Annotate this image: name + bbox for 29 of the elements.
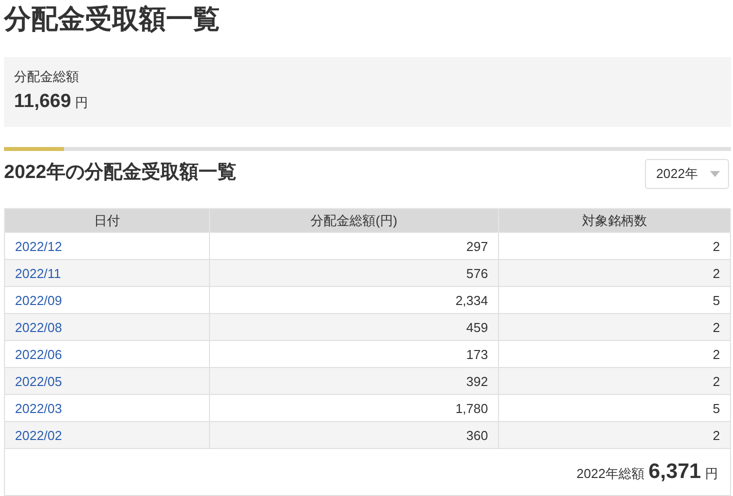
table-cell: 459 — [210, 314, 498, 340]
summary-label: 分配金総額 — [14, 68, 79, 86]
date-link[interactable]: 2022/05 — [15, 374, 62, 388]
date-link[interactable]: 2022/08 — [15, 320, 62, 334]
year-select[interactable]: 2022年 — [645, 159, 729, 189]
date-link[interactable]: 2022/12 — [15, 238, 62, 254]
date-link[interactable]: 2022/11 — [15, 266, 62, 280]
page-title: 分配金受取額一覧 — [4, 3, 220, 36]
date-link[interactable]: 2022/06 — [15, 346, 62, 362]
table-cell: 392 — [210, 368, 498, 394]
table-cell: 576 — [210, 260, 498, 286]
summary-amount: 11,669 — [14, 90, 72, 114]
table-cell: 360 — [210, 422, 498, 448]
section-title: 2022年の分配金受取額一覧 — [4, 161, 236, 185]
currency-unit: 円 — [75, 94, 88, 112]
column-header: 分配金総額(円) — [210, 208, 498, 232]
table-cell: 2 — [498, 422, 730, 448]
total-amount: 6,371 — [648, 459, 701, 485]
caret-icon — [710, 171, 720, 177]
date-link[interactable]: 2022/03 — [15, 400, 62, 416]
column-header: 対象銘柄数 — [498, 208, 730, 232]
currency-unit: 円 — [705, 465, 718, 483]
total-label: 2022年総額 — [576, 465, 644, 483]
date-link[interactable]: 2022/09 — [15, 292, 62, 308]
table-cell: 2 — [498, 314, 730, 340]
table-cell: 2 — [498, 260, 730, 286]
column-header: 日付 — [4, 208, 210, 232]
table-cell: 2 — [498, 368, 730, 394]
date-link[interactable]: 2022/02 — [15, 428, 62, 442]
